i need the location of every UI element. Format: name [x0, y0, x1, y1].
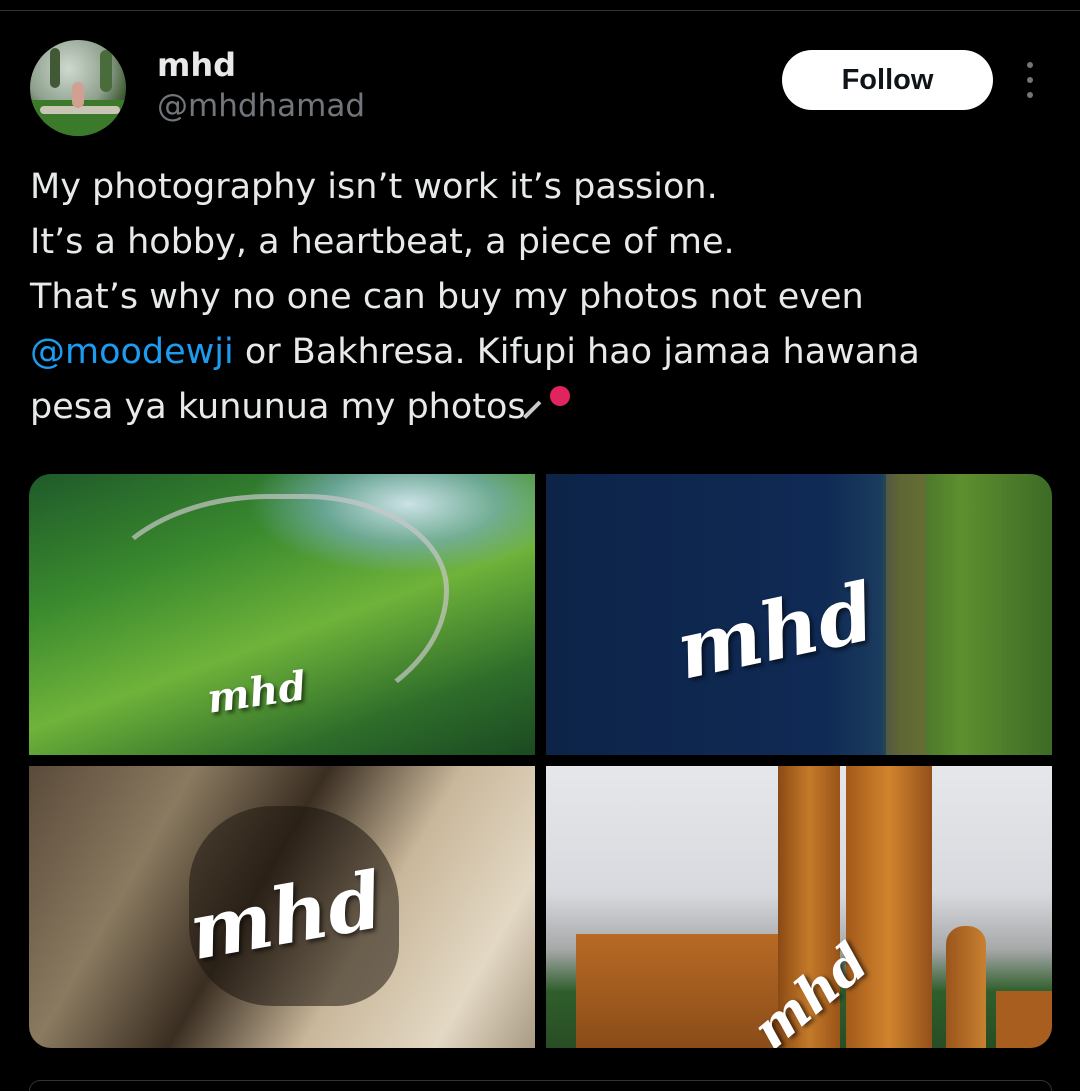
tweet-line-rest: or Bakhresa. Kifupi hao jamaa hawana [233, 332, 920, 372]
tweet-header: mhd @mhdhamad Follow [30, 40, 1060, 140]
tweet-line: @moodewji or Bakhresa. Kifupi hao jamaa … [30, 325, 1040, 380]
follow-button[interactable]: Follow [782, 50, 993, 110]
tweet-line: It’s a hobby, a heartbeat, a piece of me… [30, 222, 735, 262]
photo-ocean-coast[interactable]: mhd [546, 474, 1052, 755]
tweet-line-text: pesa ya kununua my photos [30, 387, 526, 427]
photo-rock-pillars[interactable]: mhd [546, 766, 1052, 1048]
tweet-text: My photography isn’t work it’s passion. … [30, 160, 1040, 435]
media-grid: mhd mhd mhd mhd [29, 474, 1052, 1048]
pushpin-icon [522, 381, 574, 424]
photo-mountain-road[interactable]: mhd [29, 474, 535, 755]
author-name[interactable]: mhd [157, 46, 236, 84]
photo-cave[interactable]: mhd [29, 766, 535, 1048]
avatar[interactable] [30, 40, 126, 136]
watermark-text: mhd [668, 564, 883, 698]
next-card-edge [29, 1080, 1052, 1091]
author-handle[interactable]: @mhdhamad [157, 88, 365, 124]
tweet-line: pesa ya kununua my photos [30, 380, 1040, 435]
tweet-line: My photography isn’t work it’s passion. [30, 167, 718, 207]
mention-link[interactable]: @moodewji [30, 332, 234, 372]
top-divider [0, 10, 1080, 11]
more-dots-icon[interactable] [1020, 62, 1040, 98]
tweet-line: That’s why no one can buy my photos not … [30, 277, 864, 317]
